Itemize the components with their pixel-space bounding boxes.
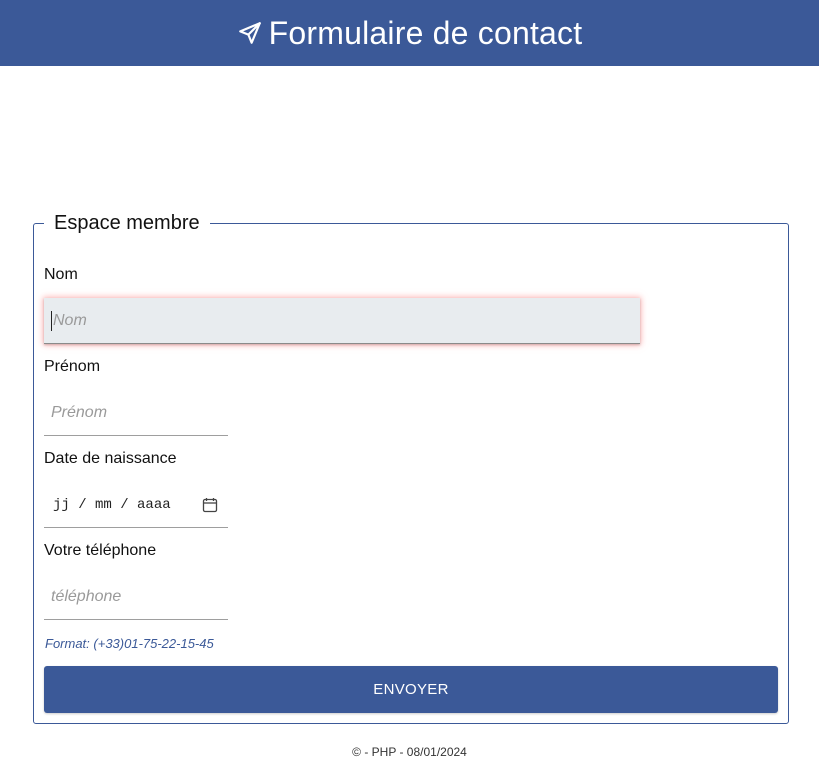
fieldset-legend: Espace membre — [54, 212, 200, 234]
page-header: Formulaire de contact — [0, 0, 819, 66]
telephone-format-hint: Format: (+33)01-75-22-15-45 — [45, 636, 214, 651]
prenom-label: Prénom — [44, 358, 101, 375]
nom-placeholder: Nom — [53, 311, 87, 329]
send-icon — [237, 20, 263, 46]
page-title: Formulaire de contact — [237, 15, 583, 52]
nom-input[interactable]: Nom — [44, 298, 640, 344]
naissance-label: Date de naissance — [44, 450, 177, 467]
telephone-placeholder: téléphone — [51, 587, 122, 605]
calendar-icon[interactable] — [202, 497, 218, 513]
prenom-input[interactable]: Prénom — [44, 390, 228, 436]
page-title-text: Formulaire de contact — [268, 14, 583, 51]
telephone-input[interactable]: téléphone — [44, 574, 228, 620]
prenom-placeholder: Prénom — [51, 403, 108, 421]
footer-text: © - PHP - 08/01/2024 — [352, 745, 467, 759]
telephone-label: Votre téléphone — [44, 542, 157, 559]
submit-button[interactable]: ENVOYER — [44, 666, 778, 713]
naissance-date-input[interactable]: jj / mm / aaaa — [44, 482, 228, 528]
text-caret — [51, 310, 52, 331]
naissance-placeholder: jj / mm / aaaa — [53, 496, 171, 513]
nom-label: Nom — [44, 266, 78, 283]
